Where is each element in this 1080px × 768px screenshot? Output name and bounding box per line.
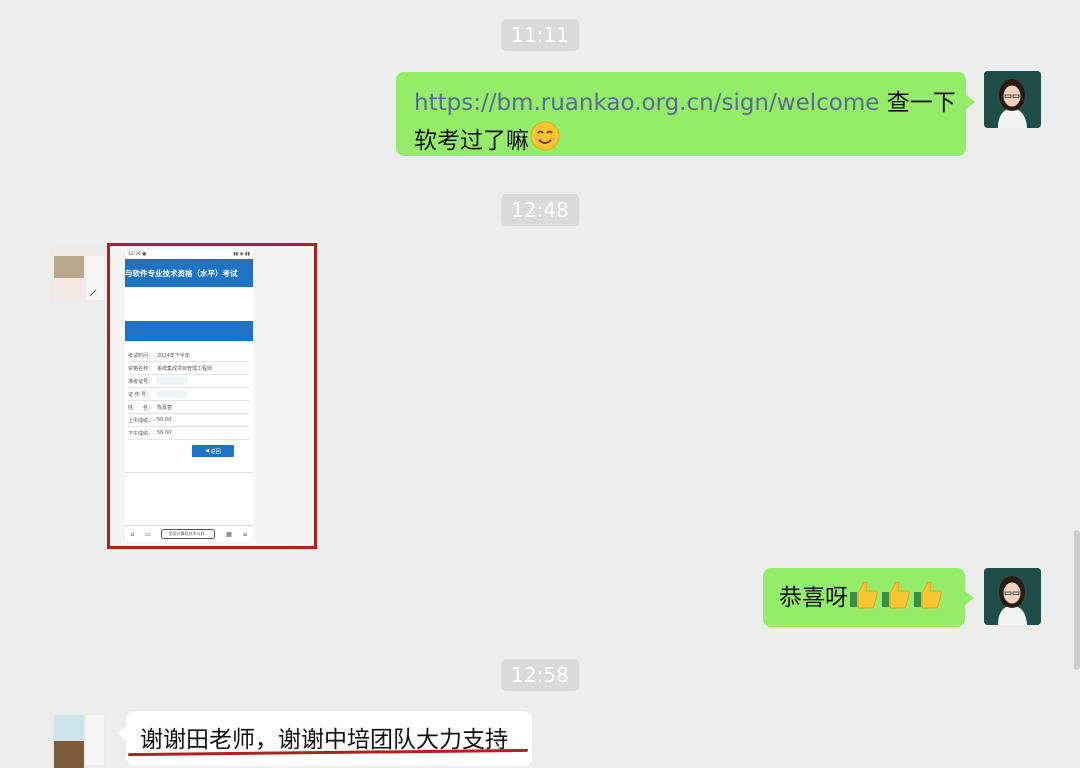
timestamp: 11:11	[501, 19, 579, 51]
home-icon: ⌂	[130, 530, 135, 538]
phone-row: 上午成绩： 50.00	[128, 414, 250, 427]
message-link[interactable]: https://bm.ruankao.org.cn/sign/welcome	[414, 90, 879, 116]
avatar-other[interactable]	[50, 246, 107, 303]
outgoing-message-link[interactable]: https://bm.ruankao.org.cn/sign/welcome 查…	[396, 72, 975, 156]
thumbs-up-icon	[880, 579, 912, 619]
timestamp: 12:58	[501, 659, 579, 691]
thumbs-up-icon	[912, 579, 944, 619]
incoming-image-message[interactable]: 12:36 ● ▮▮ ◉ ▮▮ 与软件专业技术资格（水平）考试 考试时间： 2024…	[107, 243, 317, 549]
avatar-me[interactable]	[984, 568, 1041, 625]
outgoing-message[interactable]: 恭喜呀	[763, 568, 974, 627]
phone-blue-bar	[125, 321, 253, 341]
phone-result-table: 考试时间： 2024年下半年 资格名称： 系统集成项目管理工程师 准考证号： 证 件…	[125, 341, 253, 457]
timestamp: 12:48	[501, 194, 579, 226]
incoming-message[interactable]: 谢谢田老师，谢谢中培团队大力支持	[117, 711, 532, 766]
phone-blank	[125, 287, 253, 321]
scrollbar[interactable]	[1074, 530, 1080, 670]
phone-row: 证 件 号：	[128, 388, 250, 401]
phone-row: 姓 名： 陈嘉萱	[128, 401, 250, 414]
thumbs-up-icon	[848, 579, 880, 619]
book-icon: ▭	[145, 530, 151, 538]
phone-back-button: ◀ 返回	[192, 445, 234, 457]
phone-row: 考试时间： 2024年下半年	[128, 349, 250, 362]
phone-row: 资格名称： 系统集成项目管理工程师	[128, 362, 250, 375]
phone-bottom-bar: ⌂ ▭ 全国计算机技术与软... ▦ ≡	[125, 525, 253, 542]
message-text: 恭喜呀	[779, 585, 848, 611]
phone-banner: 与软件专业技术资格（水平）考试	[125, 259, 253, 287]
phone-screenshot: 12:36 ● ▮▮ ◉ ▮▮ 与软件专业技术资格（水平）考试 考试时间： 2024…	[125, 250, 253, 542]
phone-row: 下午成绩： 56.00	[128, 427, 250, 440]
grid-icon: ▦	[226, 530, 232, 538]
message-text: 查一下	[879, 90, 956, 116]
avatar-me[interactable]	[984, 71, 1041, 128]
phone-row: 准考证号：	[128, 375, 250, 388]
phone-address-bar: 全国计算机技术与软...	[161, 529, 216, 539]
smiling-face-icon	[529, 120, 561, 162]
avatar-other[interactable]	[50, 711, 107, 768]
phone-status-bar: 12:36 ● ▮▮ ◉ ▮▮	[128, 252, 250, 257]
message-text-line2: 软考过了嘛	[414, 128, 529, 154]
menu-icon: ≡	[242, 530, 248, 538]
